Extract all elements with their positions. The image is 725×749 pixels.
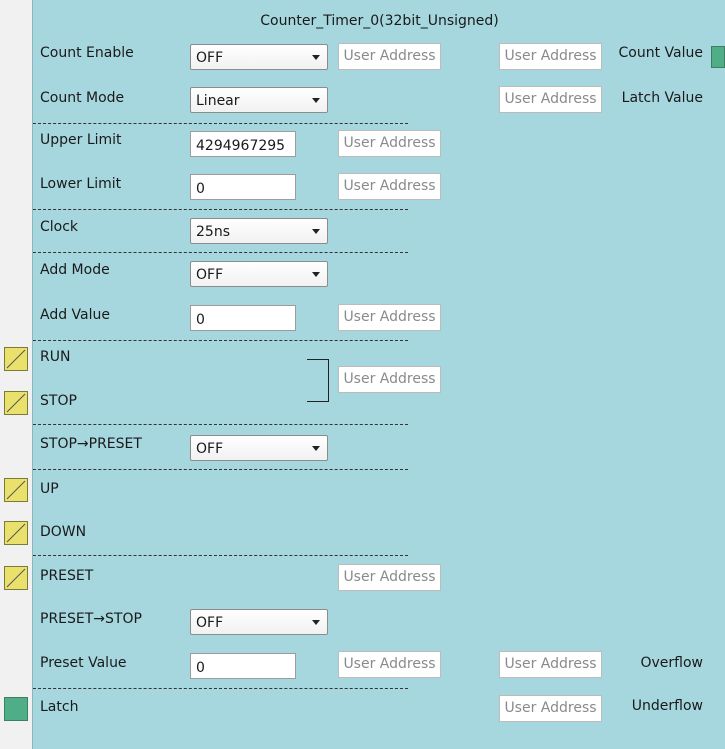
run-stop-user-address[interactable]: User Address (338, 366, 441, 393)
latch-value-label: Latch Value (621, 90, 703, 106)
preset-stop-label: PRESET→STOP (40, 611, 142, 627)
count-enable-label: Count Enable (40, 45, 134, 61)
count-value-output-port-icon[interactable] (711, 46, 725, 68)
divider (33, 688, 408, 689)
run-input-port-icon[interactable] (4, 347, 28, 371)
down-label: DOWN (40, 524, 87, 540)
run-stop-bracket (307, 359, 329, 402)
chevron-down-icon (312, 98, 320, 103)
divider (33, 209, 408, 210)
chevron-down-icon (312, 272, 320, 277)
stop-preset-value: OFF (196, 441, 224, 457)
latch-value-user-address[interactable]: User Address (499, 86, 602, 113)
stop-label: STOP (40, 393, 77, 409)
add-mode-label: Add Mode (40, 262, 110, 278)
add-mode-select[interactable]: OFF (190, 261, 328, 287)
count-mode-select[interactable]: Linear (190, 87, 328, 113)
underflow-user-address[interactable]: User Address (499, 695, 602, 722)
add-value-user-address[interactable]: User Address (338, 304, 441, 331)
chevron-down-icon (312, 55, 320, 60)
upper-limit-field[interactable]: 4294967295 (190, 131, 296, 157)
down-input-port-icon[interactable] (4, 521, 28, 545)
count-mode-value: Linear (196, 93, 240, 109)
count-enable-value: OFF (196, 50, 224, 66)
count-enable-user-address[interactable]: User Address (338, 43, 441, 70)
lower-limit-user-address[interactable]: User Address (338, 173, 441, 200)
counter-timer-block: Counter_Timer_0(32bit_Unsigned) Count En… (32, 0, 725, 749)
preset-label: PRESET (40, 568, 94, 584)
preset-stop-select[interactable]: OFF (190, 609, 328, 635)
block-title: Counter_Timer_0(32bit_Unsigned) (260, 13, 499, 29)
preset-value-field[interactable]: 0 (190, 653, 296, 679)
chevron-down-icon (312, 229, 320, 234)
divider (33, 424, 408, 425)
clock-value: 25ns (196, 224, 230, 240)
overflow-user-address[interactable]: User Address (499, 651, 602, 678)
preset-value-user-address[interactable]: User Address (338, 651, 441, 678)
add-mode-value: OFF (196, 267, 224, 283)
count-enable-select[interactable]: OFF (190, 44, 328, 70)
stop-input-port-icon[interactable] (4, 391, 28, 415)
overflow-label: Overflow (640, 655, 703, 671)
upper-limit-user-address[interactable]: User Address (338, 130, 441, 157)
latch-label: Latch (40, 699, 79, 715)
divider (33, 340, 408, 341)
up-label: UP (40, 481, 59, 497)
add-value-label: Add Value (40, 307, 110, 323)
count-value-label: Count Value (618, 45, 703, 61)
clock-select[interactable]: 25ns (190, 218, 328, 244)
latch-input-port-icon[interactable] (4, 697, 28, 721)
stop-preset-label: STOP→PRESET (40, 436, 142, 452)
clock-label: Clock (40, 219, 79, 235)
chevron-down-icon (312, 446, 320, 451)
preset-input-port-icon[interactable] (4, 566, 28, 590)
lower-limit-field[interactable]: 0 (190, 174, 296, 200)
up-input-port-icon[interactable] (4, 478, 28, 502)
upper-limit-label: Upper Limit (40, 132, 122, 148)
preset-user-address[interactable]: User Address (338, 564, 441, 591)
preset-value-label: Preset Value (40, 655, 127, 671)
divider (33, 469, 408, 470)
add-value-field[interactable]: 0 (190, 305, 296, 331)
divider (33, 123, 408, 124)
chevron-down-icon (312, 620, 320, 625)
divider (33, 555, 408, 556)
preset-stop-value: OFF (196, 615, 224, 631)
stop-preset-select[interactable]: OFF (190, 435, 328, 461)
lower-limit-label: Lower Limit (40, 176, 122, 192)
divider (33, 252, 408, 253)
count-value-user-address[interactable]: User Address (499, 43, 602, 70)
run-label: RUN (40, 349, 71, 365)
underflow-label: Underflow (631, 698, 703, 714)
count-mode-label: Count Mode (40, 90, 125, 106)
